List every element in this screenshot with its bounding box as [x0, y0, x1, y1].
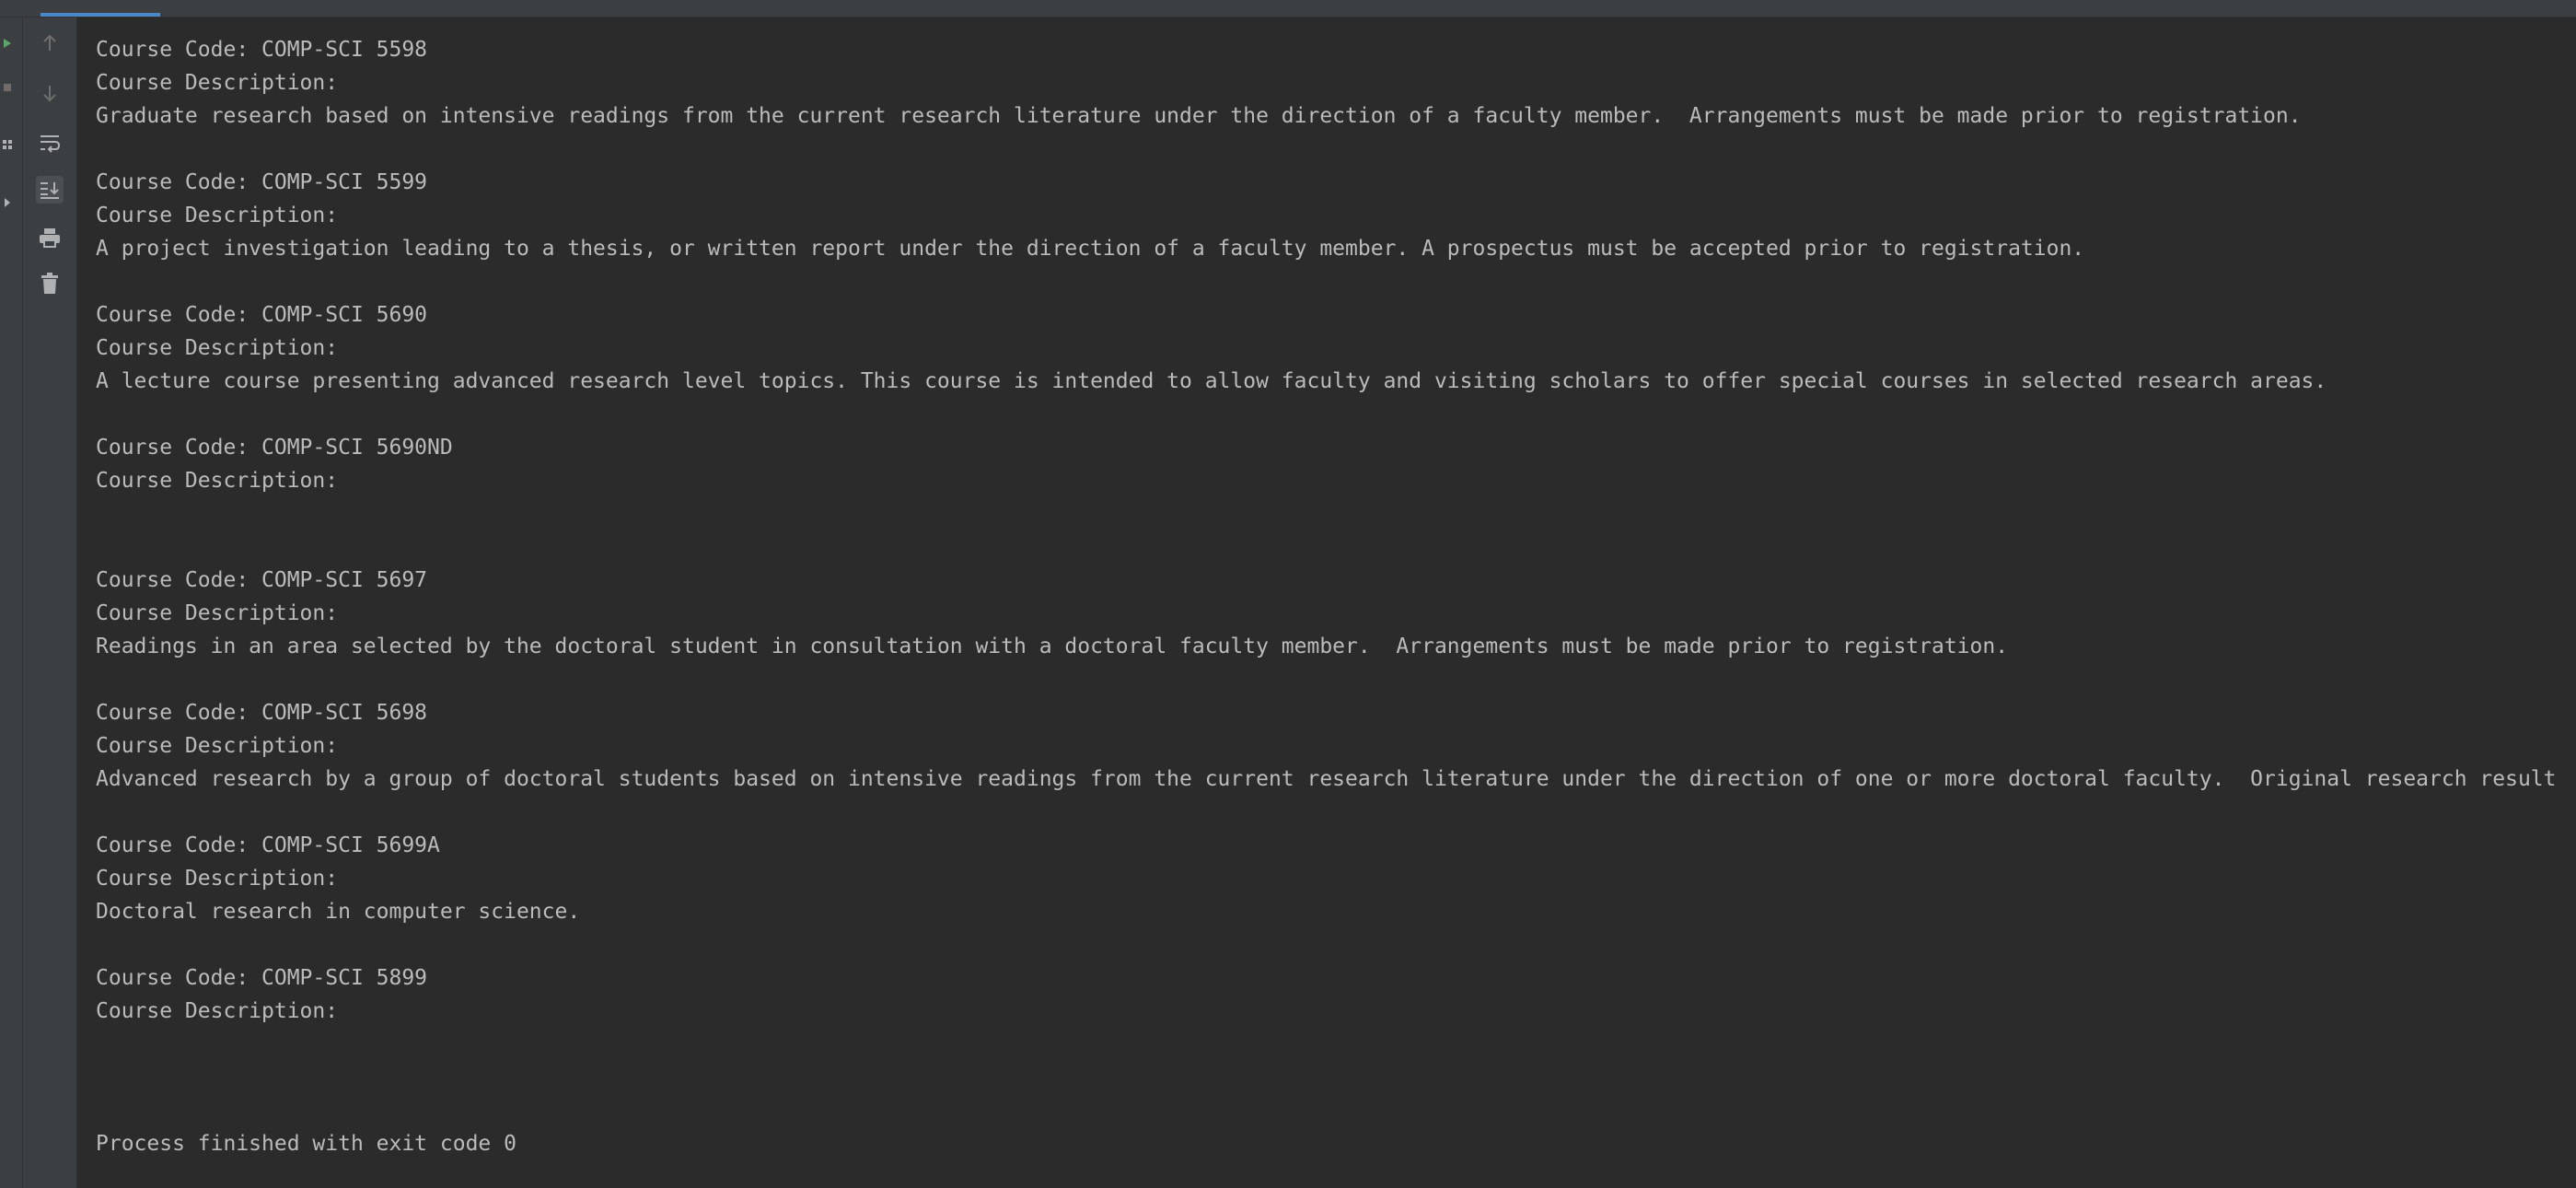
- soft-wrap-button[interactable]: [36, 129, 64, 157]
- up-arrow-icon: [40, 33, 60, 53]
- console-toolbar: [23, 17, 77, 1188]
- layout-icon[interactable]: [2, 139, 13, 150]
- console-lines: Course Code: COMP-SCI 5598 Course Descrip…: [96, 33, 2572, 1160]
- trash-icon: [40, 273, 60, 295]
- top-tab-bar: [0, 0, 2576, 17]
- previous-occurrence-button[interactable]: [36, 29, 64, 57]
- console-line: Course Description:: [96, 867, 339, 891]
- console-line: Course Code: COMP-SCI 5699A: [96, 833, 440, 857]
- clear-all-button[interactable]: [36, 270, 64, 297]
- console-line: Doctoral research in computer science.: [96, 900, 581, 924]
- next-occurrence-button[interactable]: [36, 79, 64, 107]
- console-line: Advanced research by a group of doctoral…: [96, 767, 2557, 791]
- print-button[interactable]: [36, 224, 64, 251]
- console-line: Readings in an area selected by the doct…: [96, 635, 2009, 658]
- console-line: Course Description:: [96, 469, 339, 493]
- soft-wrap-icon: [39, 133, 61, 153]
- console-line: A project investigation leading to a the…: [96, 237, 2085, 261]
- down-arrow-icon: [40, 83, 60, 103]
- left-side-strip: [0, 17, 23, 1188]
- run-icon[interactable]: [2, 38, 13, 49]
- console-line: Process finished with exit code 0: [96, 1132, 516, 1156]
- scroll-to-end-button[interactable]: [36, 176, 64, 204]
- print-icon: [39, 227, 61, 248]
- console-line: Course Code: COMP-SCI 5899: [96, 966, 428, 990]
- console-line: Course Description:: [96, 601, 339, 625]
- console-line: Course Description:: [96, 204, 339, 227]
- console-line: Course Code: COMP-SCI 5698: [96, 701, 428, 725]
- console-line: Graduate research based on intensive rea…: [96, 104, 2302, 128]
- console-line: Course Code: COMP-SCI 5690ND: [96, 436, 453, 460]
- expand-arrow-icon[interactable]: [2, 197, 13, 208]
- console-line: Course Description:: [96, 71, 339, 95]
- console-line: A lecture course presenting advanced res…: [96, 369, 2327, 393]
- console-line: Course Description:: [96, 734, 339, 758]
- console-line: Course Code: COMP-SCI 5690: [96, 303, 428, 327]
- console-line: Course Code: COMP-SCI 5697: [96, 568, 428, 592]
- active-tab-indicator[interactable]: [41, 13, 160, 17]
- console-line: Course Code: COMP-SCI 5599: [96, 170, 428, 194]
- console-line: Course Code: COMP-SCI 5598: [96, 38, 428, 62]
- console-line: Course Description:: [96, 999, 339, 1023]
- console-line: Course Description:: [96, 336, 339, 360]
- console-output[interactable]: Course Code: COMP-SCI 5598 Course Descrip…: [77, 17, 2576, 1188]
- scroll-to-end-icon: [39, 180, 61, 200]
- stop-icon[interactable]: [2, 82, 13, 93]
